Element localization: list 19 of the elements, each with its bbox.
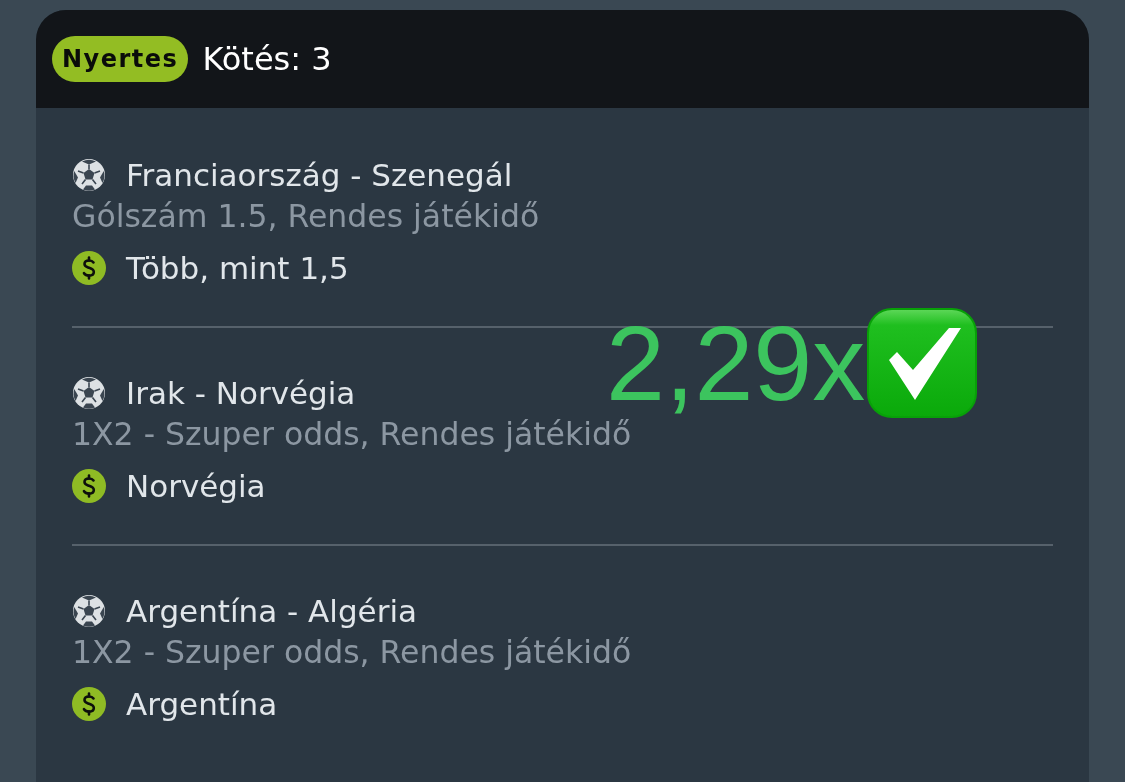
- status-badge: Nyertes: [52, 36, 189, 82]
- soccer-ball-icon: [72, 158, 106, 192]
- market-name: Gólszám 1.5, Rendes játékidő: [72, 197, 540, 236]
- bet-count-title: Kötés: 3: [202, 39, 332, 79]
- check-mark-icon: [867, 308, 978, 418]
- dollar-coin-icon: [72, 469, 106, 503]
- market-name: 1X2 - Szuper odds, Rendes játékidő: [72, 415, 632, 454]
- dollar-coin-icon: [72, 687, 106, 721]
- pick-name: Argentína: [126, 685, 278, 724]
- dollar-coin-icon: [72, 251, 106, 285]
- pick-name: Norvégia: [126, 467, 266, 506]
- event-name: Franciaország - Szenegál: [126, 156, 513, 195]
- event-name: Argentína - Algéria: [126, 592, 418, 631]
- event-name: Irak - Norvégia: [126, 374, 356, 413]
- soccer-ball-icon: [72, 594, 106, 628]
- pick-name: Több, mint 1,5: [126, 249, 349, 288]
- market-name: 1X2 - Szuper odds, Rendes játékidő: [72, 633, 632, 672]
- total-odds-text: 2,29x: [606, 309, 866, 417]
- soccer-ball-icon: [72, 376, 106, 410]
